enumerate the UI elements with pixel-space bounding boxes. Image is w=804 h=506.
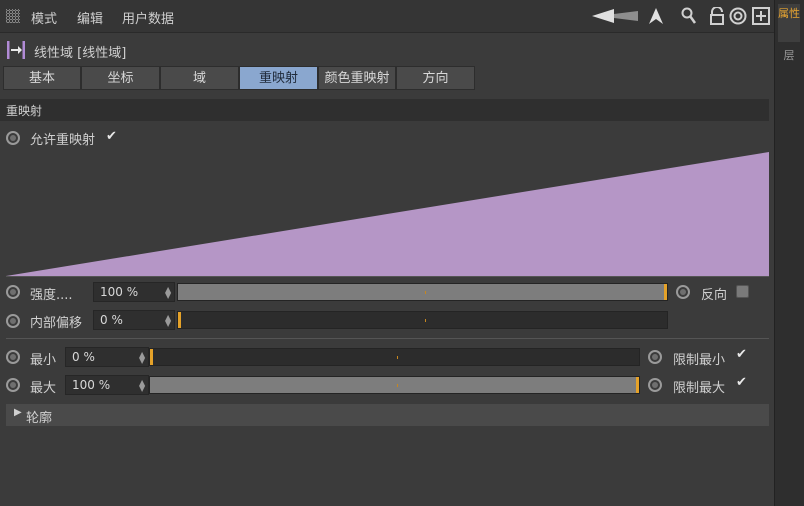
inner-offset-slider[interactable]: [177, 311, 668, 329]
back-arrow-icon[interactable]: [592, 8, 640, 24]
max-slider-fill: [150, 377, 639, 393]
max-slider-handle[interactable]: [636, 377, 639, 393]
add-panel-icon[interactable]: [752, 7, 770, 25]
clamp-min-label: 限制最小: [673, 353, 726, 368]
clamp-min-keyframe-radio[interactable]: [648, 350, 662, 364]
enable-remap-checkbox[interactable]: ✔: [106, 130, 118, 143]
min-keyframe-radio[interactable]: [6, 350, 20, 364]
object-title: 线性域 [线性域]: [34, 46, 127, 61]
strength-slider-fill: [178, 284, 667, 300]
strength-slider-handle[interactable]: [664, 284, 667, 300]
contour-group-header[interactable]: [6, 404, 769, 426]
reverse-label: 反向: [701, 288, 728, 303]
strength-slider[interactable]: [177, 283, 668, 301]
reverse-keyframe-radio[interactable]: [676, 285, 690, 299]
inner-offset-field[interactable]: 0 %: [93, 310, 175, 330]
section-title: 重映射: [6, 104, 43, 118]
tab-remapping[interactable]: 重映射: [239, 66, 318, 90]
tab-basic[interactable]: 基本: [3, 66, 81, 90]
menu-edit[interactable]: 编辑: [77, 8, 103, 27]
up-arrow-icon[interactable]: [647, 7, 665, 25]
clamp-min-checkbox[interactable]: ✔: [736, 348, 748, 361]
target-icon[interactable]: [729, 7, 747, 25]
clamp-max-checkbox[interactable]: ✔: [736, 376, 748, 389]
tab-direction[interactable]: 方向: [396, 66, 475, 90]
strength-slider-center-mark: [425, 291, 426, 294]
layers-side-tab[interactable]: 层: [778, 50, 800, 68]
inner-offset-label: 内部偏移: [30, 316, 83, 331]
enable-remap-keyframe-radio[interactable]: [6, 131, 20, 145]
curve-baseline: [6, 276, 769, 277]
max-spinner-icon[interactable]: ▲ ▼: [139, 379, 147, 393]
panel-grip-icon[interactable]: [6, 9, 20, 23]
lock-icon[interactable]: [708, 7, 726, 25]
tab-color-remapping[interactable]: 颜色重映射: [318, 66, 396, 90]
min-slider[interactable]: [149, 348, 640, 366]
menu-mode[interactable]: 模式: [31, 8, 57, 27]
strength-label: 强度....: [30, 288, 73, 303]
min-spinner-icon[interactable]: ▲ ▼: [139, 351, 147, 365]
max-slider-center-mark: [397, 384, 398, 387]
inner-offset-spinner-icon[interactable]: ▲ ▼: [165, 314, 173, 328]
clamp-max-label: 限制最大: [673, 381, 726, 396]
strength-spinner-icon[interactable]: ▲ ▼: [165, 286, 173, 300]
attributes-side-tab[interactable]: 属性: [778, 4, 800, 42]
clamp-max-keyframe-radio[interactable]: [648, 378, 662, 392]
tab-coordinates[interactable]: 坐标: [81, 66, 160, 90]
max-label: 最大: [30, 381, 57, 396]
expand-triangle-icon[interactable]: ▶: [14, 407, 22, 418]
tab-field[interactable]: 域: [160, 66, 239, 90]
search-icon[interactable]: [680, 7, 698, 25]
attributes-side-tab-label: 属性: [778, 7, 800, 20]
inner-offset-slider-center-mark: [425, 319, 426, 322]
reverse-checkbox[interactable]: [736, 285, 749, 298]
menu-user-data[interactable]: 用户数据: [122, 8, 174, 27]
strength-field[interactable]: 100 %: [93, 282, 175, 302]
inner-offset-keyframe-radio[interactable]: [6, 314, 20, 328]
remap-curve-area: [6, 152, 769, 276]
strength-keyframe-radio[interactable]: [6, 285, 20, 299]
min-slider-handle[interactable]: [150, 349, 153, 365]
linear-field-icon: [7, 41, 25, 59]
section-header: [0, 99, 769, 121]
min-label: 最小: [30, 353, 57, 368]
row-divider: [6, 338, 769, 339]
min-slider-center-mark: [397, 356, 398, 359]
contour-label: 轮廓: [26, 411, 53, 426]
max-field[interactable]: 100 %: [65, 375, 149, 395]
inner-offset-slider-handle[interactable]: [178, 312, 181, 328]
layers-side-tab-label: 层: [783, 49, 795, 62]
right-side-strip: [774, 0, 804, 506]
remap-curve-graph[interactable]: [6, 152, 769, 276]
min-field[interactable]: 0 %: [65, 347, 149, 367]
max-slider[interactable]: [149, 376, 640, 394]
max-keyframe-radio[interactable]: [6, 378, 20, 392]
enable-remap-label: 允许重映射: [30, 133, 96, 148]
